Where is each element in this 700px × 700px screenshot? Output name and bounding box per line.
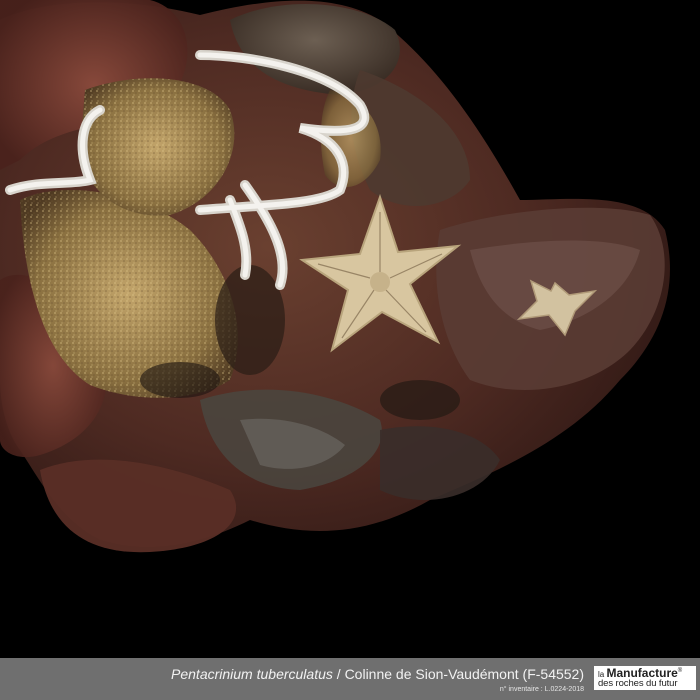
specimen-photo [0,0,700,658]
caption-title: Pentacrinium tuberculatus / Colinne de S… [171,666,584,682]
inventory-number: n° inventaire : L.0224-2018 [499,686,584,693]
logo-line-2: des roches du futur [598,678,678,689]
caption-separator: / [332,666,345,682]
locality-name: Colinne de Sion-Vaudémont (F-54552) [344,666,584,682]
species-name: Pentacrinium tuberculatus [171,666,333,682]
logo-registered-mark: ® [677,668,683,674]
manufacture-logo: la Manufacture® des roches du futur [594,666,696,690]
